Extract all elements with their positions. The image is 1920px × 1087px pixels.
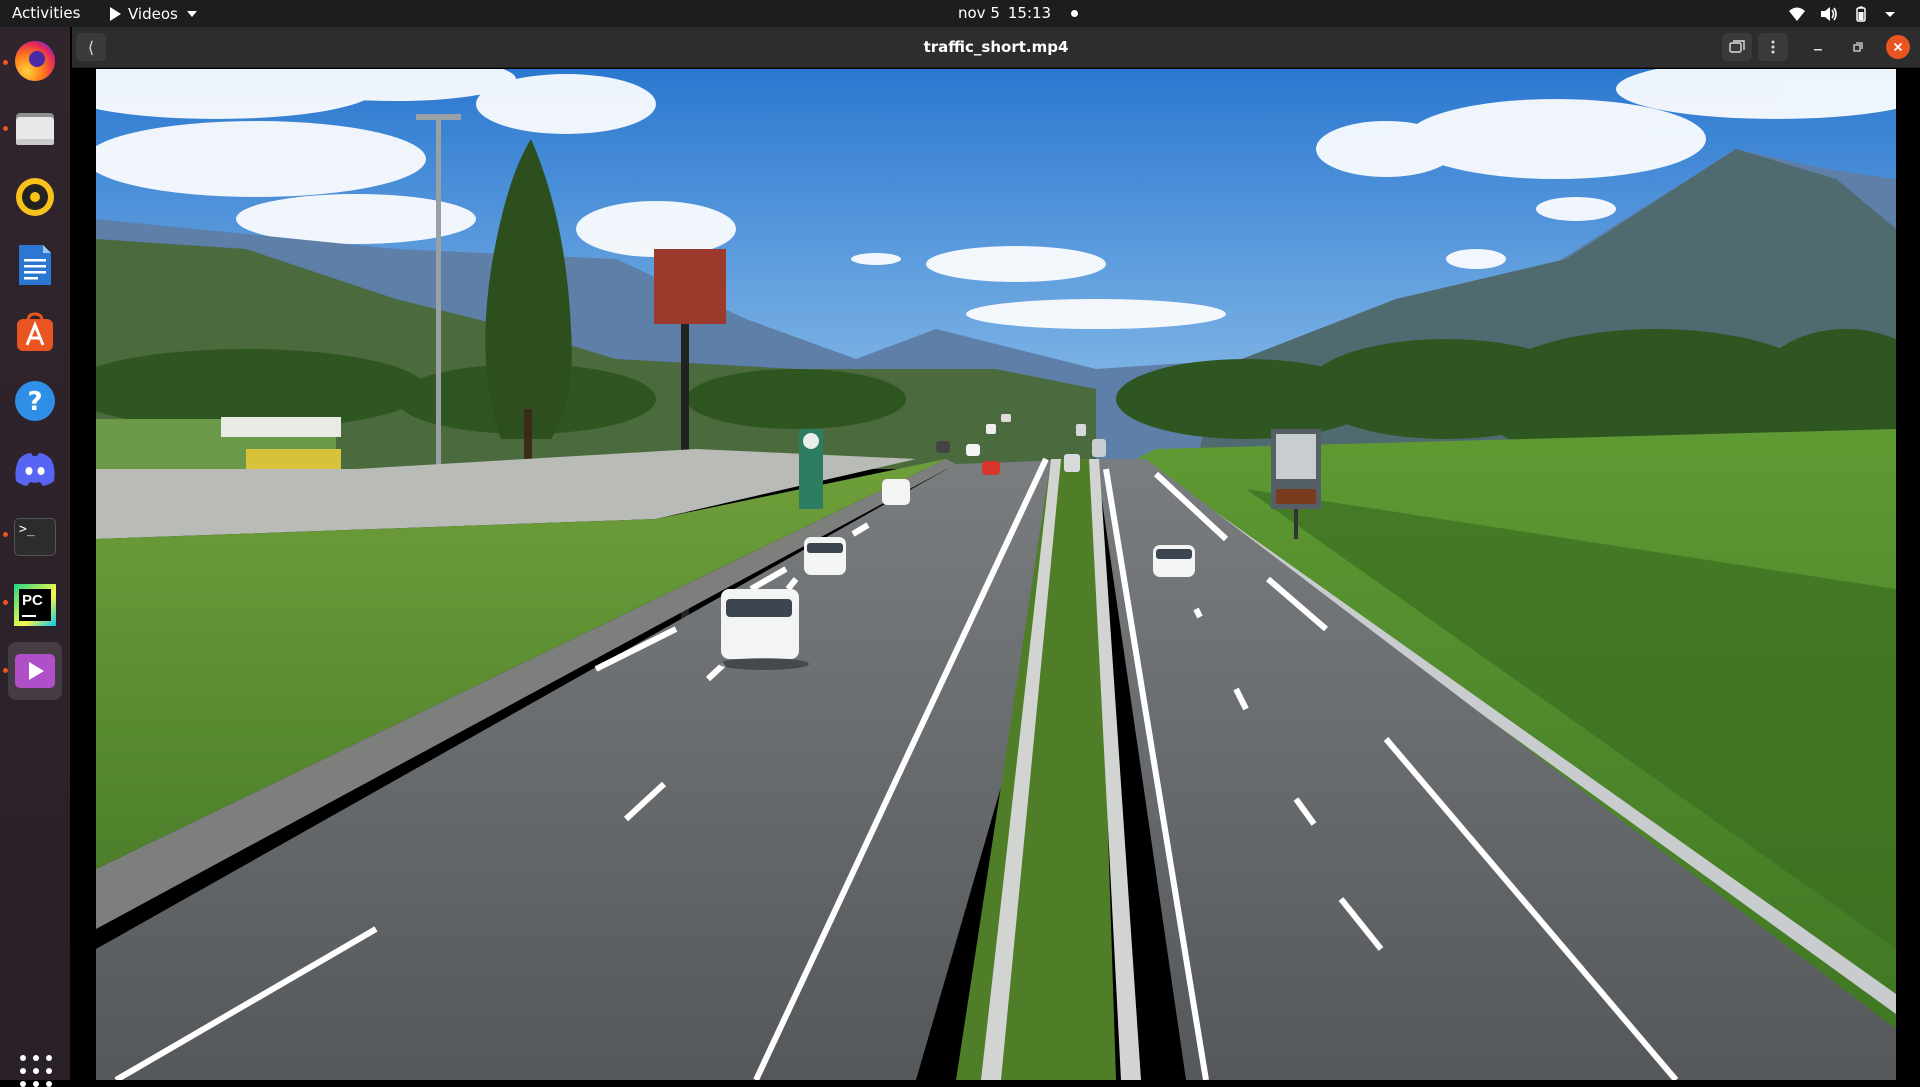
terminal-icon: >_ — [14, 518, 56, 556]
pycharm-icon: PC — [14, 584, 56, 626]
firefox-icon — [15, 41, 55, 81]
dock-item-files[interactable] — [8, 100, 62, 158]
svg-text:?: ? — [27, 387, 42, 417]
clock[interactable]: nov 5 15:13 — [958, 4, 1079, 22]
notification-dot-icon — [1071, 9, 1079, 17]
dock-item-rhythmbox[interactable] — [8, 168, 62, 226]
fullscreen-button[interactable] — [1722, 33, 1752, 61]
dock: ? >_ PC — [0, 27, 70, 1087]
video-frame[interactable] — [96, 69, 1896, 1080]
activities-button[interactable]: Activities — [12, 4, 80, 22]
dock-item-software[interactable] — [8, 304, 62, 362]
rhythmbox-icon — [16, 178, 54, 216]
app-menu-label: Videos — [128, 4, 178, 23]
dock-item-discord[interactable] — [8, 440, 62, 498]
minimize-icon — [1814, 49, 1822, 51]
dock-item-help[interactable]: ? — [8, 372, 62, 430]
restore-icon — [1853, 42, 1863, 52]
show-applications-button[interactable] — [20, 1055, 52, 1087]
header-bar: ⟨ traffic_short.mp4 — [72, 27, 1920, 68]
document-icon — [19, 245, 51, 285]
system-tray[interactable] — [1788, 0, 1902, 27]
dock-item-terminal[interactable]: >_ — [8, 508, 62, 566]
volume-icon — [1820, 6, 1838, 22]
battery-icon — [1852, 6, 1870, 22]
top-bar: Activities Videos nov 5 15:13 — [0, 0, 1920, 27]
dock-item-videos[interactable] — [8, 642, 62, 700]
dock-item-firefox[interactable] — [8, 32, 62, 90]
video-scene — [96, 69, 1896, 1080]
videos-icon — [15, 654, 55, 688]
wifi-icon — [1788, 6, 1806, 22]
menu-button[interactable] — [1758, 33, 1788, 61]
dock-item-pycharm[interactable]: PC — [8, 576, 62, 634]
dock-item-writer[interactable] — [8, 236, 62, 294]
maximize-button[interactable] — [1846, 35, 1870, 59]
help-icon: ? — [15, 381, 55, 421]
fullscreen-icon — [1729, 40, 1745, 53]
play-icon — [110, 6, 121, 21]
video-player-window: ⟨ traffic_short.mp4 — [72, 27, 1920, 1080]
chevron-down-icon — [1884, 6, 1902, 22]
close-icon — [1893, 42, 1903, 52]
chevron-down-icon — [186, 10, 197, 17]
minimize-button[interactable] — [1806, 35, 1830, 59]
close-button[interactable] — [1886, 35, 1910, 59]
clock-date: nov 5 — [958, 4, 1000, 22]
software-store-icon — [17, 312, 53, 351]
discord-icon — [15, 453, 55, 486]
pycharm-label: PC — [22, 592, 43, 609]
window-title: traffic_short.mp4 — [923, 38, 1069, 56]
app-menu[interactable]: Videos — [110, 0, 197, 27]
clock-time: 15:13 — [1007, 4, 1052, 22]
kebab-menu-icon — [1771, 40, 1775, 54]
folder-icon — [16, 113, 54, 145]
